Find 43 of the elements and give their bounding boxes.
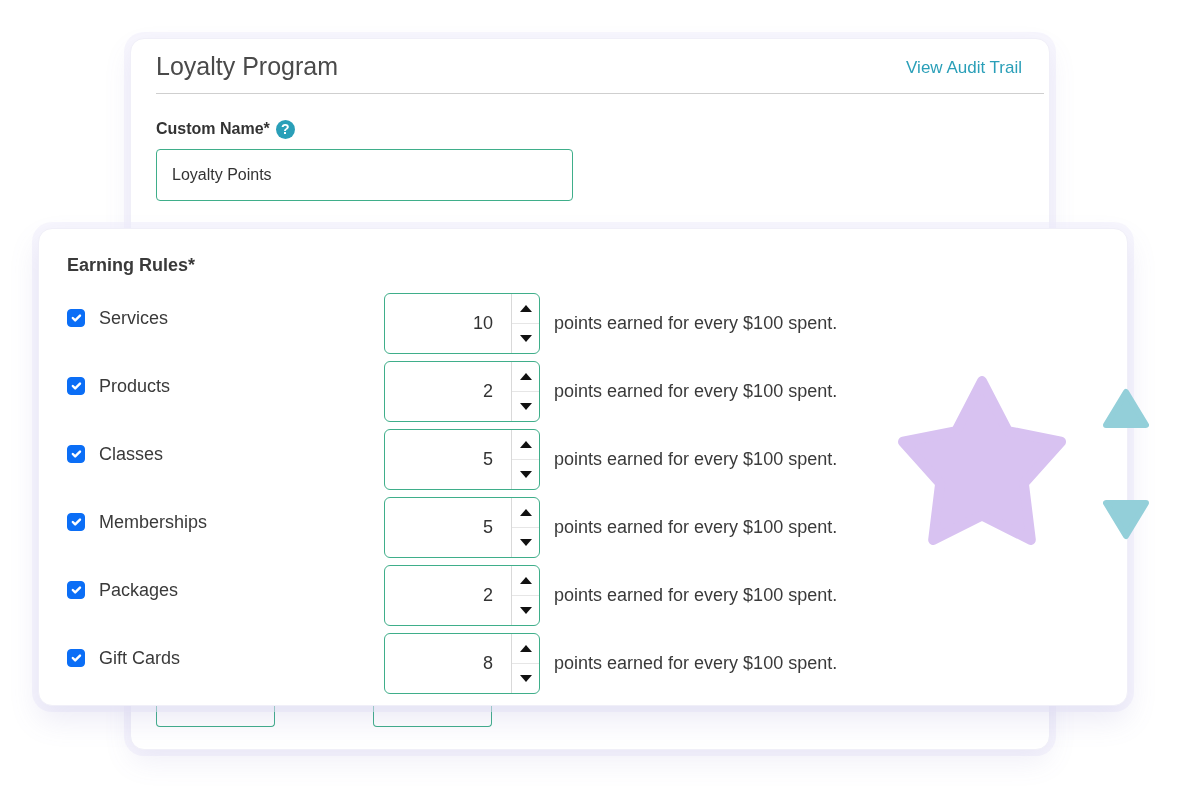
checkbox[interactable] xyxy=(67,649,85,667)
card-title: Loyalty Program xyxy=(156,51,339,81)
rule-description: points earned for every $100 spent. xyxy=(554,516,838,539)
caret-up-icon[interactable] xyxy=(519,373,532,380)
section-title: Earning Rules* xyxy=(67,254,197,277)
number-field[interactable]: 5 xyxy=(384,497,540,558)
number-field[interactable]: 2 xyxy=(384,565,540,626)
checkbox[interactable] xyxy=(67,445,85,463)
number-field[interactable]: 5 xyxy=(384,429,540,490)
checkbox[interactable] xyxy=(67,309,85,327)
caret-down-icon[interactable] xyxy=(519,539,532,546)
rule-label: Services xyxy=(99,307,169,329)
caret-down-icon[interactable] xyxy=(519,471,532,478)
rule-label: Packages xyxy=(99,579,179,601)
caret-down-icon[interactable] xyxy=(519,675,532,682)
checkbox[interactable] xyxy=(67,513,85,531)
caret-up-icon[interactable] xyxy=(519,577,532,584)
field-label: Custom Name* xyxy=(156,119,270,139)
caret-up-icon[interactable] xyxy=(519,645,532,652)
rule-description: points earned for every $100 spent. xyxy=(554,652,838,675)
caret-up-icon[interactable] xyxy=(519,509,532,516)
caret-down-icon[interactable] xyxy=(519,403,532,410)
triangle-down-icon xyxy=(1103,499,1149,540)
rule-label: Classes xyxy=(99,443,164,465)
rule-description: points earned for every $100 spent. xyxy=(554,380,838,403)
number-field[interactable]: 2 xyxy=(384,361,540,422)
rule-label: Gift Cards xyxy=(99,647,181,669)
rule-description: points earned for every $100 spent. xyxy=(554,448,838,471)
rule-description: points earned for every $100 spent. xyxy=(554,584,838,607)
number-field[interactable]: 8 xyxy=(384,633,540,694)
caret-down-icon[interactable] xyxy=(519,335,532,342)
number-field[interactable]: 10 xyxy=(384,293,540,354)
caret-down-icon[interactable] xyxy=(519,607,532,614)
checkbox[interactable] xyxy=(67,581,85,599)
rule-label: Products xyxy=(99,375,171,397)
rule-description: points earned for every $100 spent. xyxy=(554,312,838,335)
caret-up-icon[interactable] xyxy=(519,441,532,448)
rule-label: Memberships xyxy=(99,511,208,533)
caret-up-icon[interactable] xyxy=(519,305,532,312)
name-input-field[interactable]: Loyalty Points xyxy=(156,149,573,201)
triangle-up-icon xyxy=(1103,388,1149,429)
star-icon xyxy=(898,376,1066,545)
checkbox[interactable] xyxy=(67,377,85,395)
